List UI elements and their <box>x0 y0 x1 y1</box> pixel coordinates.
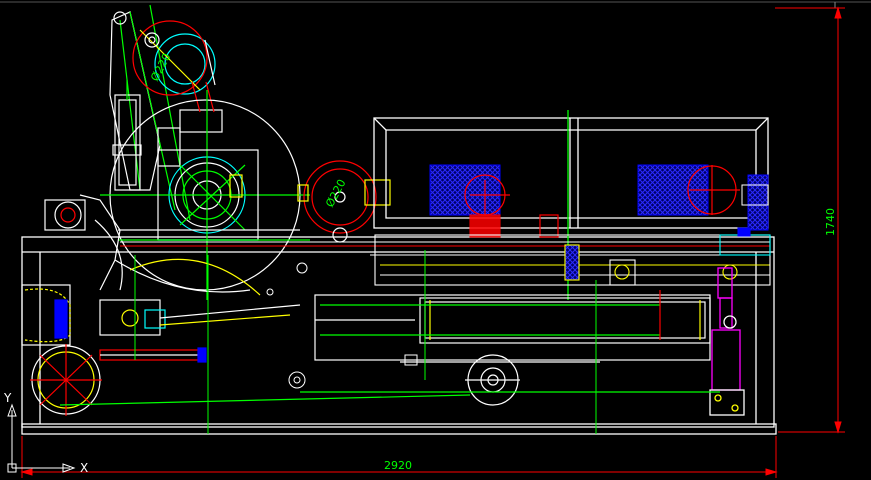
main-cylinder <box>314 290 711 363</box>
heater-block-left <box>429 164 501 216</box>
ucs-x-label: X <box>80 461 88 475</box>
left-sprocket <box>44 194 261 296</box>
cad-drawing-canvas[interactable]: Ø220 Ø220 2920 1740 Y X <box>0 0 871 480</box>
left-gearbox <box>21 284 71 346</box>
dim-roll-diameter-top: Ø220 <box>148 51 173 83</box>
dim-roll-diameter-mid: Ø220 <box>323 177 348 209</box>
lift-cylinder <box>709 267 745 416</box>
dim-overall-height: 1740 <box>824 208 837 236</box>
feed-arm <box>109 4 223 221</box>
right-side-plate <box>747 174 769 231</box>
vertical-centerlines <box>134 250 597 434</box>
tension-linkage <box>99 299 301 363</box>
small-fasteners <box>266 262 418 389</box>
drive-wheel-right <box>59 354 720 406</box>
ucs-y-label: Y <box>3 391 12 405</box>
dim-overall-width: 2920 <box>384 459 412 472</box>
ucs-axis-icon <box>7 403 76 473</box>
middle-roller <box>297 160 391 243</box>
